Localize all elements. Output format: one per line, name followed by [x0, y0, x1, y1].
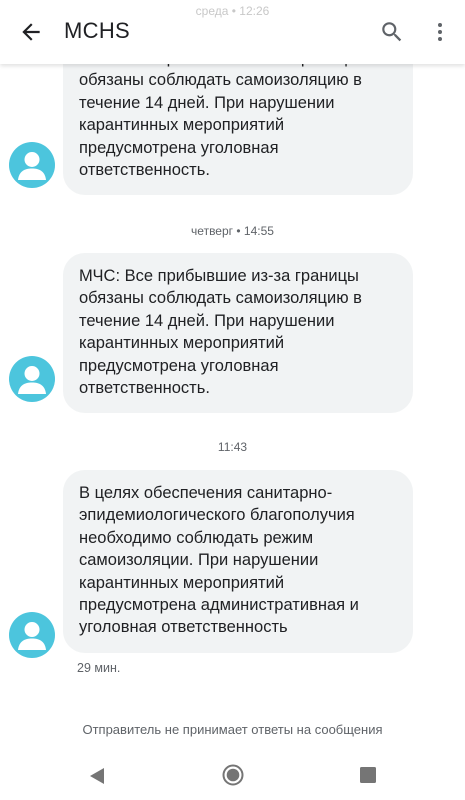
message-relative-time: 29 мин. [77, 661, 121, 675]
nav-back-icon[interactable] [89, 767, 105, 785]
system-nav-bar [0, 758, 465, 800]
nav-recents-icon[interactable] [360, 767, 376, 783]
nav-home-icon[interactable] [222, 764, 244, 786]
message-bubble[interactable]: В целях обеспечения санитарно-эпидемиоло… [63, 470, 413, 653]
sender-avatar[interactable] [9, 142, 55, 188]
message-text: В целях обеспечения санитарно-эпидемиоло… [79, 484, 359, 637]
no-reply-notice: Отправитель не принимает ответы на сообщ… [82, 722, 383, 737]
app-bar: среда • 12:26 MCHS [0, 0, 465, 64]
timestamp-divider-peek: среда • 12:26 [195, 4, 270, 18]
sender-avatar[interactable] [9, 356, 55, 402]
timestamp-divider: 11:43 [217, 440, 248, 454]
message-text: МЧС: Все прибывшие из-за границы обязаны… [79, 49, 362, 180]
conversation-title: MCHS [64, 18, 130, 43]
sender-avatar[interactable] [9, 612, 55, 658]
message-bubble[interactable]: МЧС: Все прибывшие из-за границы обязаны… [63, 253, 413, 414]
person-icon [18, 622, 46, 650]
conversation-view[interactable]: МЧС: Все прибывшие из-за границы обязаны… [0, 0, 465, 760]
message-text: МЧС: Все прибывшие из-за границы обязаны… [79, 267, 362, 398]
person-icon [18, 152, 46, 180]
arrow-back-icon[interactable] [18, 19, 44, 45]
person-icon [18, 366, 46, 394]
more-vert-icon[interactable] [428, 19, 452, 45]
timestamp-divider: четверг • 14:55 [191, 224, 274, 238]
search-icon[interactable] [379, 19, 405, 45]
